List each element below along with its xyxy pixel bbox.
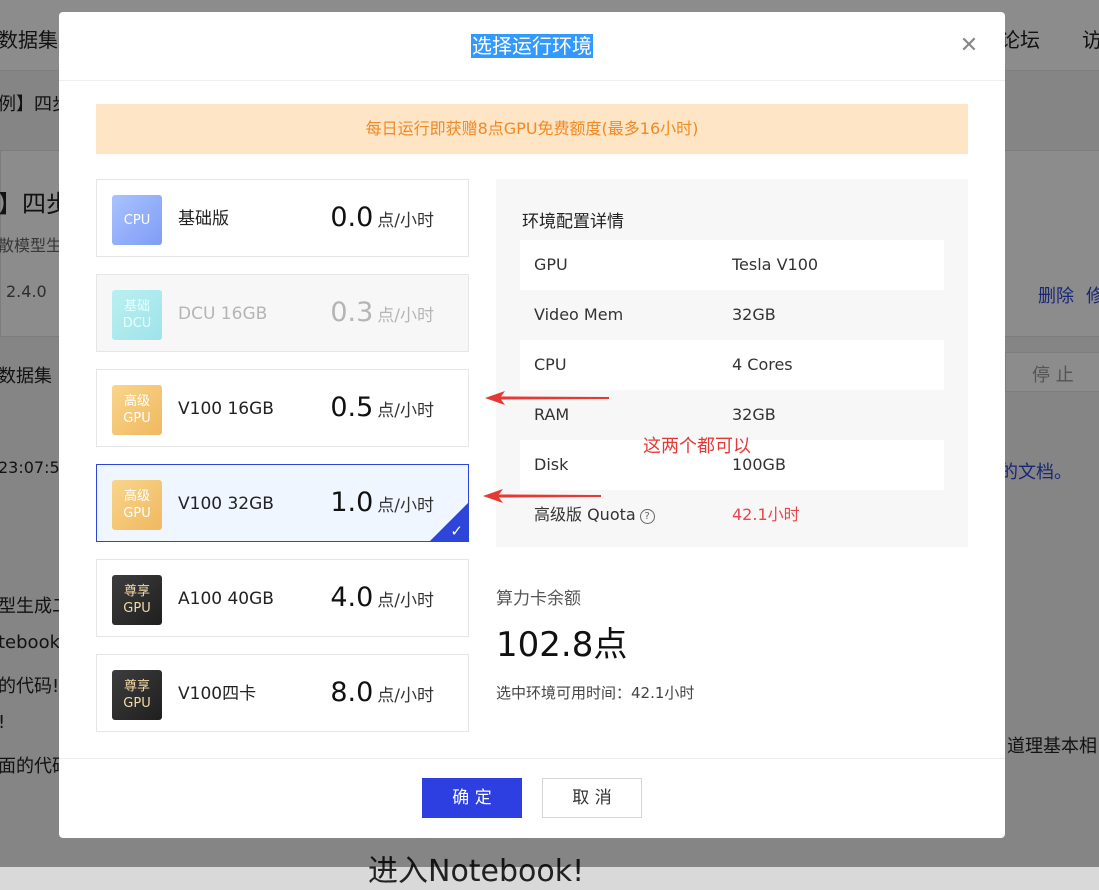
dialog-title: 选择运行环境: [471, 34, 593, 58]
spec-label: CPU: [534, 355, 567, 374]
environment-card: 基础 DCU DCU 16GB 0.3 点/小时: [96, 274, 469, 352]
price-value: 0.3: [330, 297, 374, 328]
annotation-arrow-icon: [483, 489, 601, 503]
environment-name: 基础版: [178, 209, 229, 229]
select-environment-dialog: 选择运行环境 ✕ 每日运行即获赠8点GPU免费额度(最多16小时) CPU 基础版…: [59, 12, 1005, 838]
chip-icon-bottom-label: GPU: [123, 411, 151, 426]
dialog-header: 选择运行环境 ✕: [59, 12, 1005, 81]
dcu-chip-icon: 基础 DCU: [112, 290, 162, 340]
spec-row-video-mem: Video Mem 32GB: [520, 290, 944, 340]
environment-price: 1.0 点/小时: [330, 487, 434, 519]
arrow-shape: [483, 489, 601, 503]
chip-icon-bottom-label: GPU: [123, 696, 151, 711]
environment-price: 0.3 点/小时: [330, 297, 434, 329]
spec-value: 4 Cores: [732, 355, 793, 374]
adv-chip-icon: 高级 GPU: [112, 480, 162, 530]
environment-price: 8.0 点/小时: [330, 677, 434, 709]
spec-row-gpu: GPU Tesla V100: [520, 240, 944, 290]
price-unit: 点/小时: [377, 496, 434, 516]
selected-corner-badge: [429, 502, 469, 542]
price-value: 0.5: [330, 392, 374, 423]
environment-card[interactable]: 高级 GPU V100 16GB 0.5 点/小时: [96, 369, 469, 447]
chip-icon-top-label: 高级: [123, 394, 150, 409]
price-value: 1.0: [330, 487, 374, 518]
adv-chip-icon: 高级 GPU: [112, 385, 162, 435]
environment-name: V100 32GB: [178, 494, 274, 514]
spec-row-cpu: CPU 4 Cores: [520, 340, 944, 390]
chip-icon-top-label: 基础: [123, 299, 150, 314]
environment-card[interactable]: 尊享 GPU A100 40GB 4.0 点/小时: [96, 559, 469, 637]
price-value: 4.0: [330, 582, 374, 613]
vip-chip-icon: 尊享 GPU: [112, 670, 162, 720]
environment-name: DCU 16GB: [178, 304, 268, 324]
environment-card[interactable]: 高级 GPU V100 32GB 1.0 点/小时 ✓: [96, 464, 469, 542]
spec-value: 32GB: [732, 405, 776, 424]
price-value: 0.0: [330, 202, 374, 233]
annotation-text: 这两个都可以: [643, 436, 751, 457]
spec-label: Video Mem: [534, 305, 624, 324]
help-icon[interactable]: ?: [639, 509, 655, 524]
environment-price: 0.5 点/小时: [330, 392, 434, 424]
chip-icon-bottom-label: DCU: [122, 316, 152, 331]
checkmark-icon: ✓: [450, 522, 463, 540]
price-unit: 点/小时: [377, 591, 434, 611]
arrow-shape: [485, 391, 609, 405]
environment-name: V100四卡: [178, 684, 257, 704]
environment-card[interactable]: 尊享 GPU V100四卡 8.0 点/小时: [96, 654, 469, 732]
environment-name: V100 16GB: [178, 399, 274, 419]
price-unit: 点/小时: [377, 211, 434, 231]
details-title: 环境配置详情: [522, 212, 624, 232]
free-quota-notice: 每日运行即获赠8点GPU免费额度(最多16小时): [96, 104, 968, 154]
spec-label: Disk: [534, 455, 569, 474]
balance-value: 102.8点: [496, 625, 628, 665]
close-icon[interactable]: ✕: [959, 34, 979, 58]
environment-price: 4.0 点/小时: [330, 582, 434, 614]
chip-icon-top-label: 高级: [123, 489, 150, 504]
vip-chip-icon: 尊享 GPU: [112, 575, 162, 625]
spec-value: Tesla V100: [732, 255, 819, 274]
cpu-chip-icon: CPU: [112, 195, 162, 245]
environment-card[interactable]: CPU 基础版 0.0 点/小时: [96, 179, 469, 257]
price-value: 8.0: [330, 677, 374, 708]
chip-icon-top-label: 尊享: [123, 679, 150, 694]
balance-label: 算力卡余额: [496, 589, 581, 609]
annotation-arrow-icon: [485, 391, 609, 405]
spec-value: 42.1小时: [732, 505, 800, 524]
chip-icon-top-label: 尊享: [123, 584, 150, 599]
environment-price: 0.0 点/小时: [330, 202, 434, 234]
environment-name: A100 40GB: [178, 589, 274, 609]
spec-value: 32GB: [732, 305, 776, 324]
price-unit: 点/小时: [377, 401, 434, 421]
price-unit: 点/小时: [377, 306, 434, 326]
available-time-label: 选中环境可用时间：42.1小时: [496, 684, 695, 702]
dialog-footer: 确 定 取 消: [59, 758, 1005, 839]
chip-icon-bottom-label: GPU: [123, 601, 151, 616]
price-unit: 点/小时: [377, 686, 434, 706]
chip-icon-top-label: CPU: [123, 212, 151, 228]
chip-icon-bottom-label: GPU: [123, 506, 151, 521]
spec-label: 高级版 Quota?: [534, 504, 655, 526]
cancel-button[interactable]: 取 消: [542, 778, 642, 818]
spec-label: GPU: [534, 255, 568, 274]
confirm-button[interactable]: 确 定: [422, 778, 522, 818]
